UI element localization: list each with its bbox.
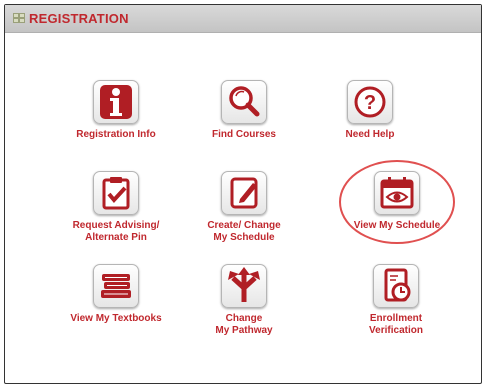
create-change-schedule-label: Create/ Change My Schedule <box>174 220 314 244</box>
create-change-schedule-tile[interactable]: Create/ Change My Schedule <box>174 171 314 244</box>
panel-header: REGISTRATION <box>5 5 481 33</box>
create-change-label-line1: Create/ Change <box>207 220 281 231</box>
change-my-pathway-tile[interactable]: Change My Pathway <box>174 264 314 337</box>
request-advising-label: Request Advising/ Alternate Pin <box>46 220 186 244</box>
change-pathway-label-line2: My Pathway <box>215 325 273 336</box>
registration-info-tile[interactable]: Registration Info <box>46 80 186 141</box>
books-icon <box>93 264 139 308</box>
need-help-tile[interactable]: ? Need Help <box>300 80 440 141</box>
request-advising-label-line1: Request Advising/ <box>72 220 160 231</box>
clipboard-check-icon <box>93 171 139 215</box>
find-courses-tile[interactable]: Find Courses <box>174 80 314 141</box>
change-pathway-label-line1: Change <box>225 313 263 324</box>
enrollment-verification-tile[interactable]: Enrollment Verification <box>326 264 466 337</box>
request-advising-label-line2: Alternate Pin <box>85 232 147 243</box>
create-change-label-line2: My Schedule <box>213 232 275 243</box>
view-my-textbooks-tile[interactable]: View My Textbooks <box>46 264 186 325</box>
need-help-label: Need Help <box>345 129 395 140</box>
document-clock-icon <box>373 264 419 308</box>
change-my-pathway-label: Change My Pathway <box>174 313 314 337</box>
info-icon <box>93 80 139 124</box>
view-my-textbooks-label: View My Textbooks <box>70 313 162 324</box>
question-icon: ? <box>347 80 393 124</box>
request-advising-tile[interactable]: Request Advising/ Alternate Pin <box>46 171 186 244</box>
highlight-circle <box>339 160 455 244</box>
page-title: REGISTRATION <box>29 11 129 26</box>
grid-icon <box>13 13 25 23</box>
enrollment-label-line2: Verification <box>369 325 423 336</box>
magnifier-icon <box>221 80 267 124</box>
svg-text:?: ? <box>364 92 376 114</box>
registration-info-label: Registration Info <box>76 129 156 140</box>
find-courses-label: Find Courses <box>212 129 276 140</box>
arrows-pathway-icon <box>221 264 267 308</box>
pencil-edit-icon <box>221 171 267 215</box>
enrollment-label-line1: Enrollment <box>369 313 423 324</box>
enrollment-verification-label: Enrollment Verification <box>326 313 466 337</box>
